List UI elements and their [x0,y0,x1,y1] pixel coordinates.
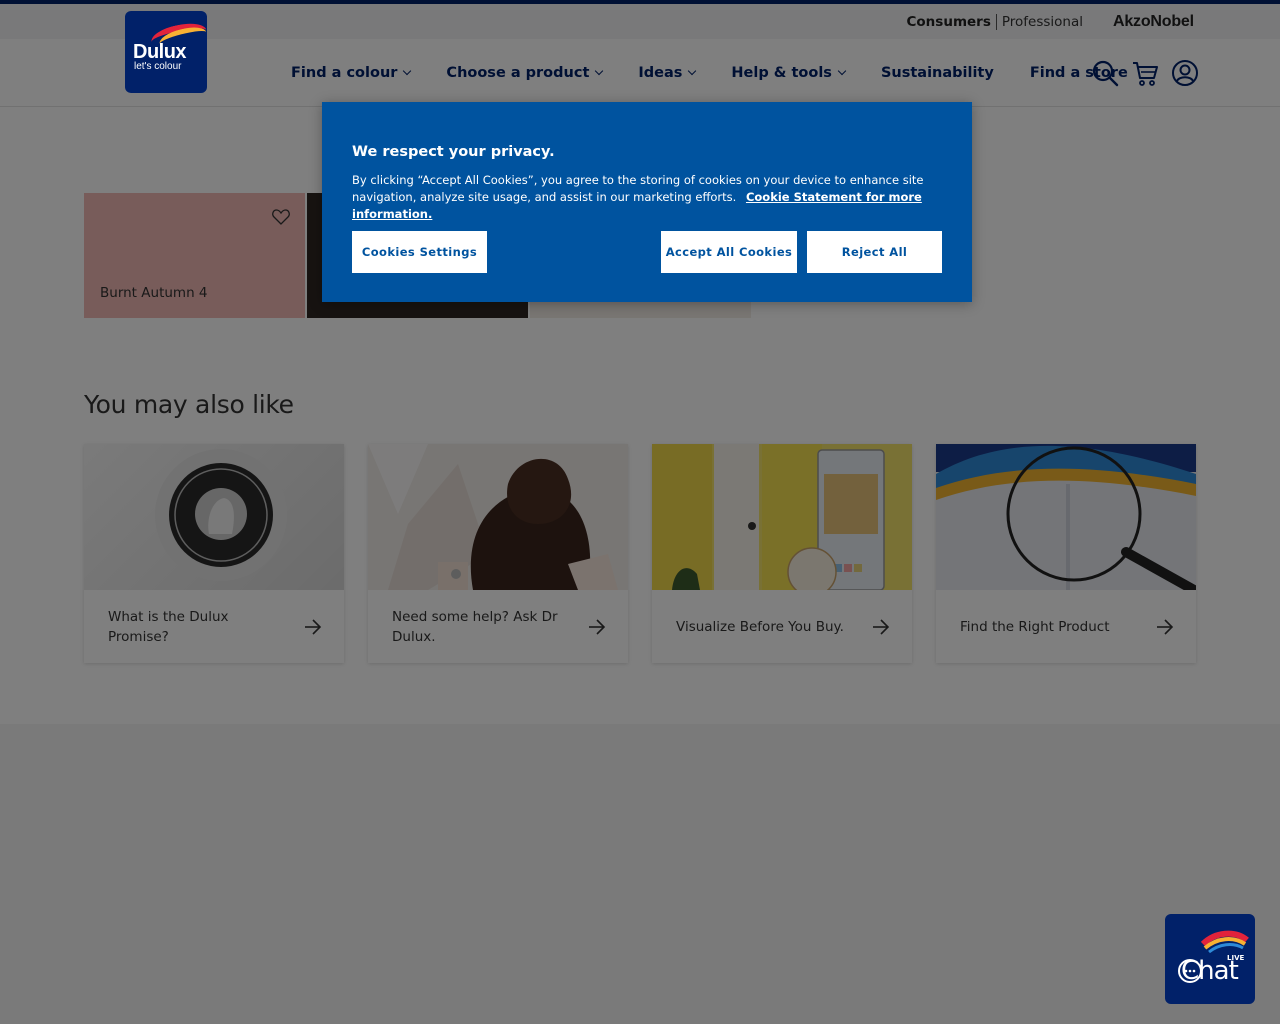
live-label: LIVE [1227,954,1245,962]
logo-tagline: let's colour [134,61,182,72]
dulux-logo[interactable]: Dulux let's colour [125,11,207,93]
cookie-title: We respect your privacy. [352,144,555,160]
accept-all-cookies-button[interactable]: Accept All Cookies [661,231,797,273]
cookies-settings-button[interactable]: Cookies Settings [352,231,487,273]
cookie-body: By clicking “Accept All Cookies”, you ag… [352,172,942,223]
cookie-consent-dialog: We respect your privacy. By clicking “Ac… [322,102,972,302]
reject-all-button[interactable]: Reject All [807,231,942,273]
live-chat-button[interactable]: Chat LIVE [1165,914,1255,1004]
